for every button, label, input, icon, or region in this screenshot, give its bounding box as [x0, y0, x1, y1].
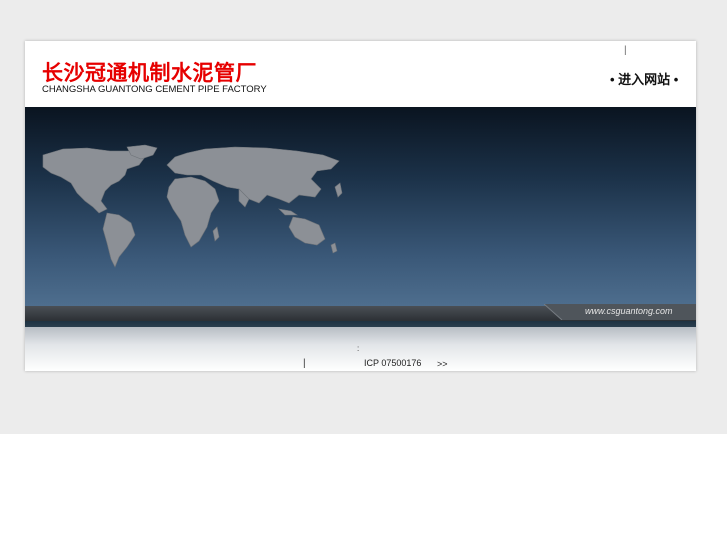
company-title-en: CHANGSHA GUANTONG CEMENT PIPE FACTORY [42, 84, 267, 95]
world-map-icon [42, 144, 343, 268]
footer-separator: | [303, 358, 306, 369]
top-separator: | [624, 45, 627, 56]
header: 长沙冠通机制水泥管厂 CHANGSHA GUANTONG CEMENT PIPE… [25, 41, 696, 107]
site-url: www.csguantong.com [585, 306, 673, 316]
more-link[interactable]: >> [437, 359, 448, 369]
page-background-lower [0, 434, 727, 545]
footer-colon: : [357, 344, 360, 353]
enter-site-link[interactable]: • 进入网站 • [610, 69, 678, 88]
banner-reflection [25, 327, 696, 371]
icp-number: ICP 07500176 [364, 358, 422, 368]
banner [25, 107, 696, 306]
splash-card: 长沙冠通机制水泥管厂 CHANGSHA GUANTONG CEMENT PIPE… [25, 41, 696, 371]
company-title-cn: 长沙冠通机制水泥管厂 [42, 62, 257, 85]
